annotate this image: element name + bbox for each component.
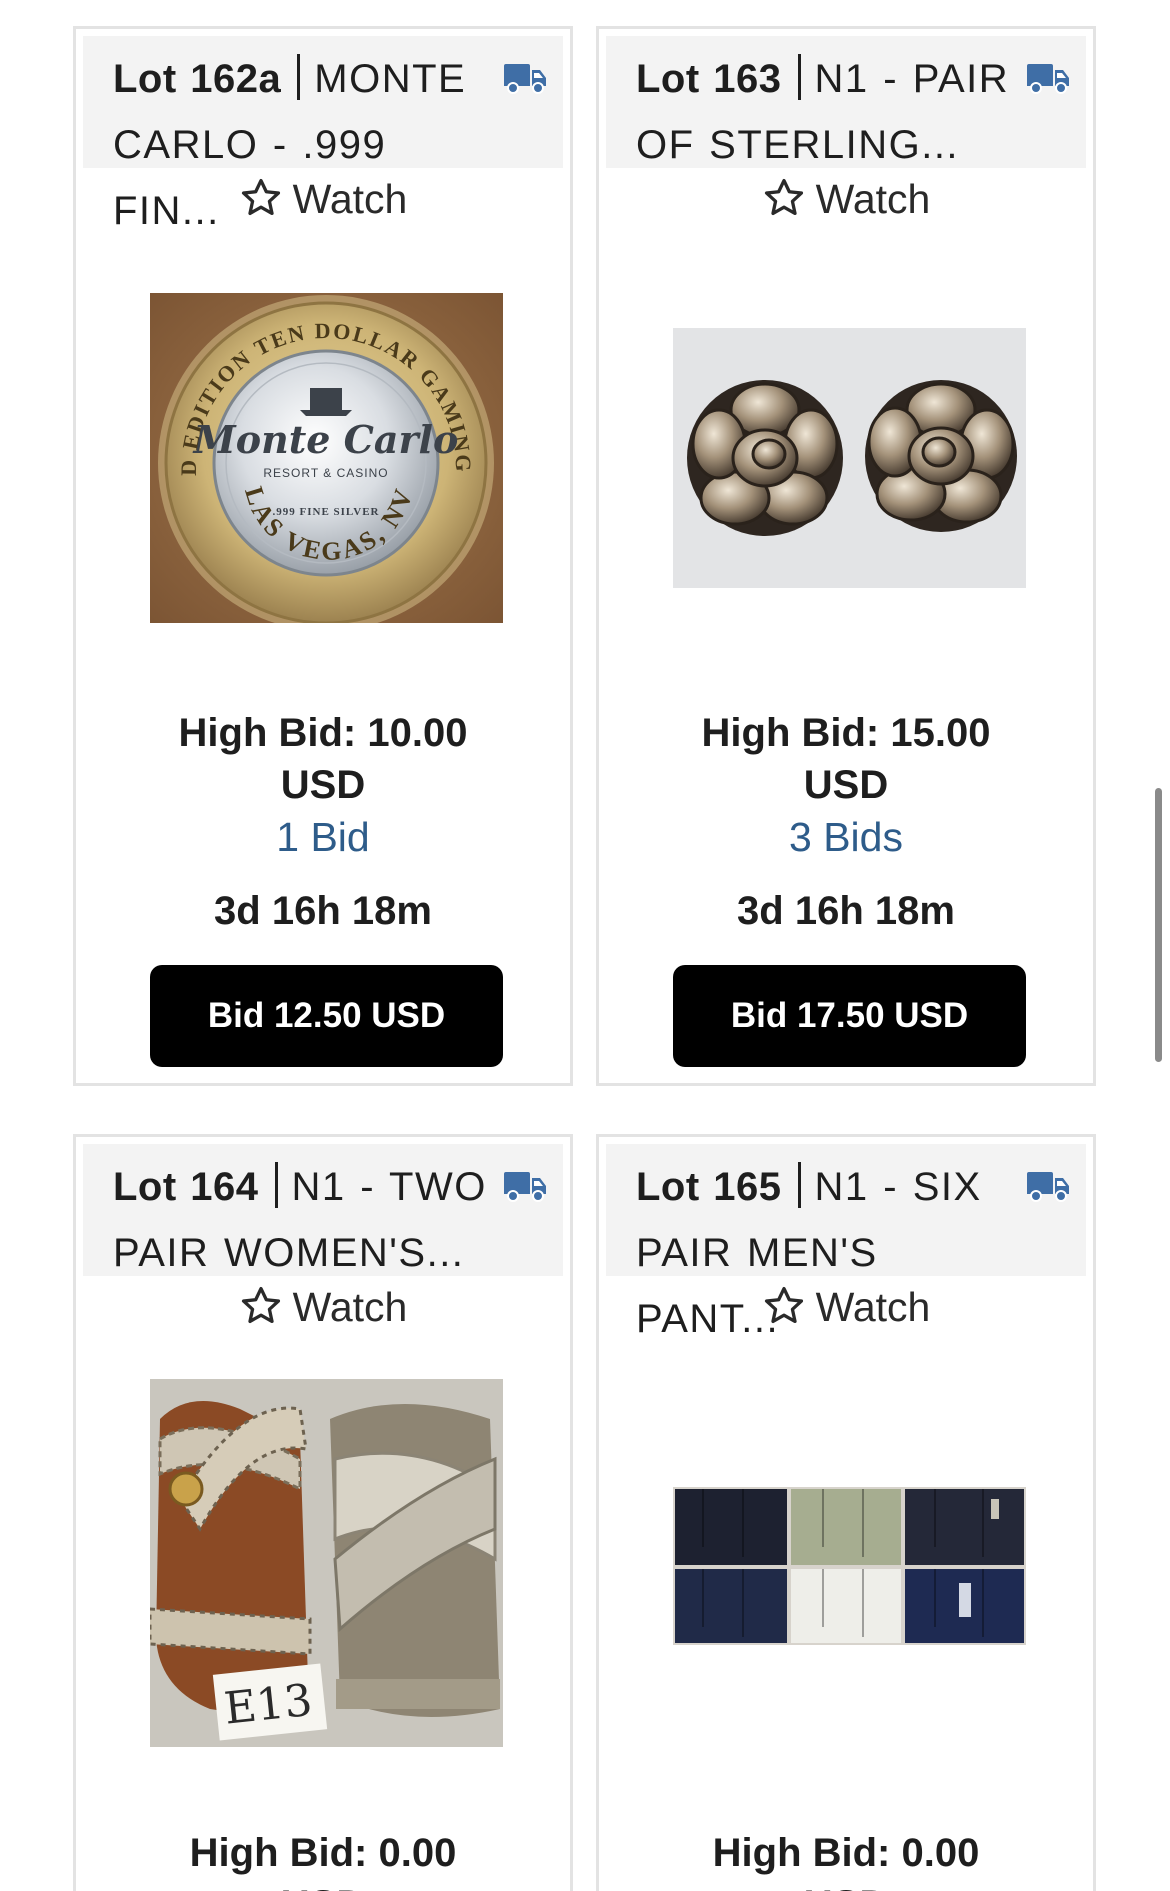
high-bid: High Bid: 15.00 USD [599, 707, 1093, 811]
scrollbar-thumb[interactable] [1155, 788, 1162, 1062]
lot-image[interactable] [673, 328, 1026, 588]
lot-card[interactable]: Lot 163 N1 - PAIR OF STERLING... Watch H… [596, 26, 1096, 1086]
lot-number: Lot 164 [113, 1165, 259, 1209]
lot-number: Lot 163 [636, 57, 782, 101]
star-icon [239, 176, 283, 220]
high-bid-amount: High Bid: 10.00 [178, 711, 468, 755]
bid-button[interactable]: Bid 12.50 USD [150, 965, 503, 1067]
watch-label: Watch [815, 176, 931, 222]
star-icon [762, 1284, 806, 1328]
time-left: 3d 16h 18m [737, 889, 955, 933]
lot-number: Lot 162a [113, 57, 282, 101]
lot-card[interactable]: Lot 164 N1 - TWO PAIR WOMEN'S... Watch E… [73, 1134, 573, 1891]
coin-photo: LIMITED EDITION TEN DOLLAR GAMING TOKEN … [150, 293, 503, 623]
lot-card-header[interactable]: Lot 162a MONTE CARLO - .999 FIN... [83, 36, 563, 233]
lot-grid: Lot 162aMONTE CARLO - .999 FIN... Watch [0, 0, 1170, 1891]
time-left: 3d 16h 18m [214, 889, 432, 933]
truck-icon [503, 1170, 547, 1202]
star-icon [762, 176, 806, 220]
pants-photo [673, 1487, 1026, 1645]
sandal-tag: E13 [222, 1675, 315, 1735]
high-bid-amount: High Bid: 15.00 [701, 711, 991, 755]
lot-image[interactable] [673, 1487, 1026, 1645]
high-bid-currency: USD [280, 763, 366, 807]
lot-card-header[interactable]: Lot 164 N1 - TWO PAIR WOMEN'S... [83, 1144, 563, 1276]
high-bid-amount: High Bid: 0.00 [189, 1831, 457, 1875]
high-bid-amount: High Bid: 0.00 [712, 1831, 980, 1875]
truck-icon [503, 62, 547, 94]
bid-count-link[interactable]: 3 Bids [599, 811, 1093, 863]
watch-button[interactable]: Watch [599, 1281, 1093, 1333]
high-bid: High Bid: 0.00 USD [599, 1827, 1093, 1891]
lot-card-header[interactable]: Lot 165 N1 - SIX PAIR MEN'S PANT... [606, 1144, 1086, 1341]
earrings-photo [673, 328, 1026, 588]
lot-card[interactable]: Lot 162aMONTE CARLO - .999 FIN... Watch [73, 26, 573, 1086]
lot-title[interactable]: Lot 164 N1 - TWO PAIR WOMEN'S... [113, 1154, 498, 1286]
watch-button[interactable]: Watch [599, 173, 1093, 225]
star-icon [239, 1284, 283, 1328]
high-bid: High Bid: 10.00 USD [76, 707, 570, 811]
watch-label: Watch [815, 1284, 931, 1330]
watch-button[interactable]: Watch [76, 173, 570, 225]
title-divider [797, 54, 801, 100]
lot-image[interactable]: E13 [150, 1379, 503, 1747]
high-bid: High Bid: 0.00 USD [76, 1827, 570, 1891]
lot-card-header[interactable]: Lot 163 N1 - PAIR OF STERLING... [606, 36, 1086, 168]
title-divider [297, 54, 301, 100]
coin-fine: .999 FINE SILVER [273, 506, 380, 518]
lot-title[interactable]: Lot 163 N1 - PAIR OF STERLING... [636, 46, 1021, 178]
high-bid-currency: USD [76, 1879, 570, 1891]
high-bid-currency: USD [599, 1879, 1093, 1891]
bid-button[interactable]: Bid 17.50 USD [673, 965, 1026, 1067]
watch-label: Watch [292, 176, 408, 222]
coin-brand: Monte Carlo [192, 417, 459, 462]
high-bid-currency: USD [803, 763, 889, 807]
title-divider [797, 1162, 801, 1208]
watch-button[interactable]: Watch [76, 1281, 570, 1333]
coin-sub: RESORT & CASINO [263, 466, 388, 480]
lot-card[interactable]: Lot 165 N1 - SIX PAIR MEN'S PANT... Watch [596, 1134, 1096, 1891]
title-divider [274, 1162, 278, 1208]
truck-icon [1026, 1170, 1070, 1202]
bid-count-link[interactable]: 1 Bid [76, 811, 570, 863]
lot-number: Lot 165 [636, 1165, 782, 1209]
watch-label: Watch [292, 1284, 408, 1330]
sandals-photo: E13 [150, 1379, 503, 1747]
lot-image[interactable]: LIMITED EDITION TEN DOLLAR GAMING TOKEN … [150, 293, 503, 623]
truck-icon [1026, 62, 1070, 94]
